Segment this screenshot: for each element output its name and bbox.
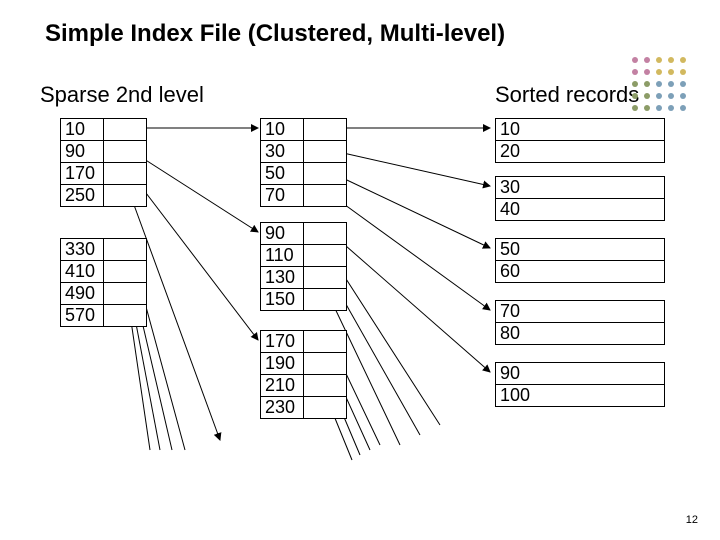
- cell: 40: [496, 199, 665, 221]
- label-sorted-records: Sorted records: [495, 82, 639, 108]
- records-block-5: 90 100: [495, 362, 665, 407]
- cell: 410: [61, 261, 104, 283]
- ptr-cell: [304, 375, 347, 397]
- ptr-cell: [304, 185, 347, 207]
- cell: 60: [496, 261, 665, 283]
- ptr-cell: [304, 119, 347, 141]
- cell: 100: [496, 385, 665, 407]
- ptr-cell: [304, 397, 347, 419]
- ptr-cell: [104, 119, 147, 141]
- cell: 110: [261, 245, 304, 267]
- ptr-cell: [304, 289, 347, 311]
- cell: 230: [261, 397, 304, 419]
- ptr-cell: [304, 141, 347, 163]
- cell: 190: [261, 353, 304, 375]
- cell: 250: [61, 185, 104, 207]
- sparse1-block-2: 90 110 130 150: [260, 222, 347, 311]
- cell: 570: [61, 305, 104, 327]
- sparse1-block-3: 170 190 210 230: [260, 330, 347, 419]
- cell: 170: [261, 331, 304, 353]
- cell: 90: [61, 141, 104, 163]
- ptr-cell: [304, 223, 347, 245]
- cell: 170: [61, 163, 104, 185]
- cell: 30: [496, 177, 665, 199]
- ptr-cell: [304, 353, 347, 375]
- records-block-2: 30 40: [495, 176, 665, 221]
- records-block-4: 70 80: [495, 300, 665, 345]
- cell: 10: [261, 119, 304, 141]
- ptr-cell: [104, 305, 147, 327]
- records-block-1: 10 20: [495, 118, 665, 163]
- cell: 330: [61, 239, 104, 261]
- page-number: 12: [686, 514, 698, 526]
- ptr-cell: [104, 141, 147, 163]
- ptr-cell: [304, 245, 347, 267]
- cell: 10: [61, 119, 104, 141]
- ptr-cell: [304, 331, 347, 353]
- cell: 70: [496, 301, 665, 323]
- cell: 130: [261, 267, 304, 289]
- cell: 210: [261, 375, 304, 397]
- ptr-cell: [104, 185, 147, 207]
- ptr-cell: [104, 239, 147, 261]
- ptr-cell: [104, 261, 147, 283]
- sparse2-block-2: 330 410 490 570: [60, 238, 147, 327]
- cell: 80: [496, 323, 665, 345]
- dots-logo-icon: [625, 50, 695, 120]
- sparse2-block-1: 10 90 170 250: [60, 118, 147, 207]
- cell: 70: [261, 185, 304, 207]
- cell: 90: [496, 363, 665, 385]
- cell: 30: [261, 141, 304, 163]
- cell: 490: [61, 283, 104, 305]
- ptr-cell: [304, 267, 347, 289]
- cell: 20: [496, 141, 665, 163]
- records-block-3: 50 60: [495, 238, 665, 283]
- sparse1-block-1: 10 30 50 70: [260, 118, 347, 207]
- ptr-cell: [104, 163, 147, 185]
- ptr-cell: [104, 283, 147, 305]
- ptr-cell: [304, 163, 347, 185]
- page-title: Simple Index File (Clustered, Multi-leve…: [45, 20, 505, 48]
- cell: 50: [496, 239, 665, 261]
- cell: 10: [496, 119, 665, 141]
- cell: 90: [261, 223, 304, 245]
- cell: 150: [261, 289, 304, 311]
- label-sparse-2nd-level: Sparse 2nd level: [40, 82, 204, 108]
- slide: Simple Index File (Clustered, Multi-leve…: [0, 0, 720, 540]
- cell: 50: [261, 163, 304, 185]
